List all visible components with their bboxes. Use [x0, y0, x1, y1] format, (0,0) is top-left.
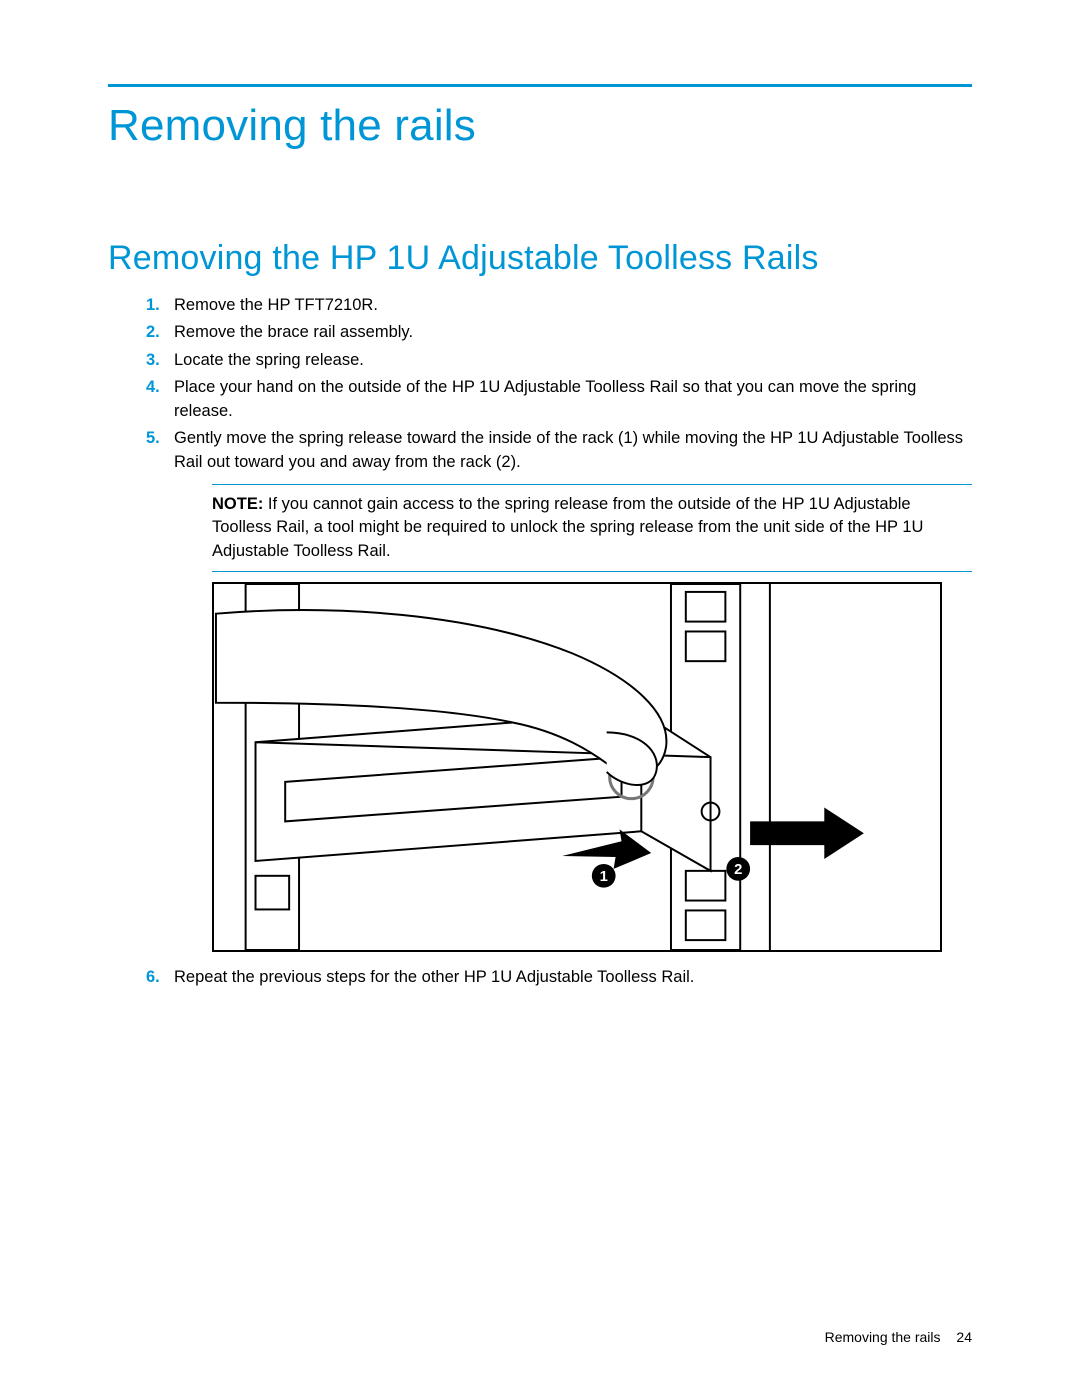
step-number: 3. [146, 349, 174, 372]
section-title-h2: Removing the HP 1U Adjustable Toolless R… [108, 239, 972, 278]
footer-section: Removing the rails [825, 1329, 941, 1345]
step-text: Locate the spring release. [174, 349, 972, 372]
step-6: 6. Repeat the previous steps for the oth… [146, 966, 972, 989]
step-number: 2. [146, 321, 174, 344]
rail-removal-illustration: 1 2 [214, 584, 940, 950]
ordered-steps: 1. Remove the HP TFT7210R. 2. Remove the… [146, 294, 972, 990]
step-3: 3. Locate the spring release. [146, 349, 972, 372]
page-footer: Removing the rails 24 [825, 1329, 972, 1345]
callout-2: 2 [734, 862, 742, 878]
step-text: Remove the brace rail assembly. [174, 321, 972, 344]
step-number: 5. [146, 427, 174, 474]
note-text: If you cannot gain access to the spring … [212, 495, 923, 560]
page-title-h1: Removing the rails [108, 101, 972, 151]
note-block: NOTE: If you cannot gain access to the s… [212, 484, 972, 572]
footer-page-number: 24 [956, 1329, 972, 1345]
step-text: Repeat the previous steps for the other … [174, 966, 972, 989]
step-text: Place your hand on the outside of the HP… [174, 376, 972, 423]
step-text: Gently move the spring release toward th… [174, 427, 972, 474]
step-1: 1. Remove the HP TFT7210R. [146, 294, 972, 317]
step-number: 4. [146, 376, 174, 423]
step-2: 2. Remove the brace rail assembly. [146, 321, 972, 344]
step-number: 1. [146, 294, 174, 317]
step-number: 6. [146, 966, 174, 989]
step-text: Remove the HP TFT7210R. [174, 294, 972, 317]
technical-figure: 1 2 [212, 582, 942, 952]
callout-1: 1 [600, 869, 608, 885]
note-label: NOTE: [212, 495, 263, 513]
top-rule [108, 84, 972, 87]
page-content: Removing the rails Removing the HP 1U Ad… [0, 0, 1080, 1054]
step-4: 4. Place your hand on the outside of the… [146, 376, 972, 423]
step-5: 5. Gently move the spring release toward… [146, 427, 972, 474]
